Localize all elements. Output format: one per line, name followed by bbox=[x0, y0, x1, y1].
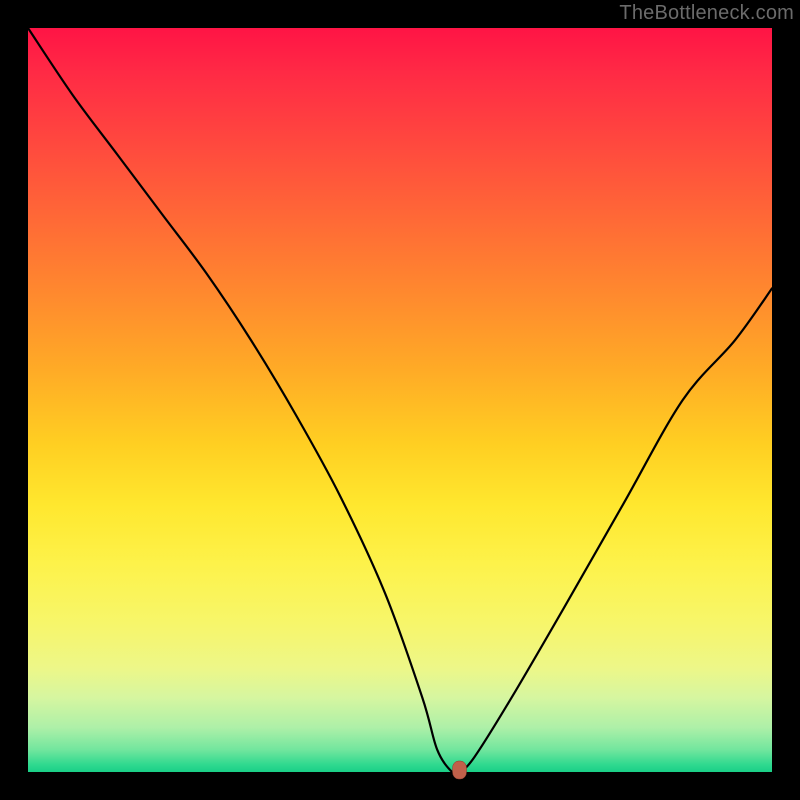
watermark-text: TheBottleneck.com bbox=[619, 2, 794, 25]
plot-area bbox=[28, 28, 772, 772]
bottleneck-curve bbox=[28, 28, 772, 774]
plot-svg bbox=[28, 28, 772, 772]
minimum-marker bbox=[453, 761, 467, 779]
chart-frame: TheBottleneck.com bbox=[0, 0, 800, 800]
